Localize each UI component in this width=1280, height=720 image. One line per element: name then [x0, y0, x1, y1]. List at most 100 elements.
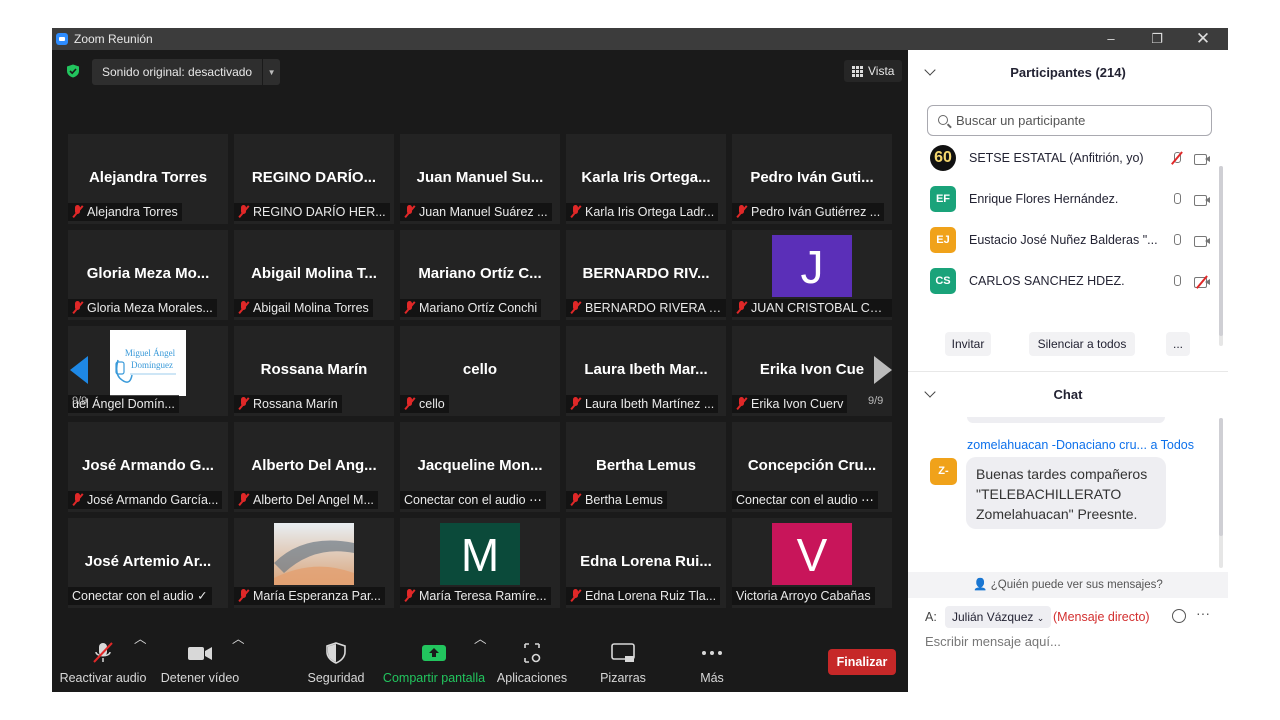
chat-message-input[interactable]: Escribir mensaje aquí...: [925, 634, 1061, 649]
participant-tile[interactable]: cello cello: [400, 326, 560, 416]
end-meeting-button[interactable]: Finalizar: [828, 649, 896, 675]
participant-name-label: Conectar con el audio ⋯: [400, 491, 546, 509]
muted-microphone-icon: [736, 397, 747, 410]
previous-page-arrow-icon[interactable]: [70, 356, 88, 384]
microphone-icon[interactable]: [1172, 234, 1181, 247]
participant-tile[interactable]: Alberto Del Ang... Alberto Del Angel M...: [234, 422, 394, 512]
maximize-button[interactable]: ❐: [1134, 28, 1180, 50]
security-shield-icon[interactable]: [66, 64, 80, 78]
muted-microphone-icon: [238, 397, 249, 410]
share-screen-button[interactable]: Compartir pantalla: [382, 628, 486, 692]
participant-tile[interactable]: REGINO DARÍO... REGINO DARÍO HER...: [234, 134, 394, 224]
microphone-icon[interactable]: [1172, 193, 1181, 206]
chat-scrollbar[interactable]: [1219, 418, 1223, 568]
muted-microphone-icon: [570, 205, 581, 218]
participant-display-name: Pedro Iván Guti...: [750, 169, 874, 186]
participant-tile[interactable]: Abigail Molina T... Abigail Molina Torres: [234, 230, 394, 320]
view-button[interactable]: Vista: [844, 60, 903, 82]
participant-name-label: Rossana Marín: [234, 395, 342, 413]
participant-tile[interactable]: Pedro Iván Guti... Pedro Iván Gutiérrez .…: [732, 134, 892, 224]
participant-tile[interactable]: Juan Manuel Su... Juan Manuel Suárez ...: [400, 134, 560, 224]
next-page-arrow-icon[interactable]: [874, 356, 892, 384]
participant-tile[interactable]: V Victoria Arroyo Cabañas: [732, 518, 892, 608]
participant-avatar: J: [772, 235, 852, 297]
participant-tile[interactable]: Jacqueline Mon... Conectar con el audio ⋯: [400, 422, 560, 512]
participant-tile[interactable]: BERNARDO RIV... BERNARDO RIVERA C...: [566, 230, 726, 320]
camera-icon[interactable]: [1194, 154, 1210, 165]
stop-video-button[interactable]: Detener vídeo: [156, 628, 244, 692]
participant-display-name: Edna Lorena Rui...: [580, 553, 712, 570]
security-button[interactable]: Seguridad: [300, 628, 372, 692]
participant-name-text: Laura Ibeth Martínez ...: [585, 397, 715, 411]
participant-tile[interactable]: Karla Iris Ortega... Karla Iris Ortega La…: [566, 134, 726, 224]
participant-name-text: Conectar con el audio ⋯: [404, 493, 542, 507]
microphone-icon[interactable]: [1171, 151, 1183, 165]
participants-more-button[interactable]: ...: [1166, 332, 1190, 356]
sender-avatar: Z-: [930, 458, 957, 485]
participant-tile[interactable]: José Armando G... José Armando García...: [68, 422, 228, 512]
original-sound-button[interactable]: Sonido original: desactivado ▼: [92, 59, 281, 85]
sender-name[interactable]: zomelahuacan -Donaciano cru...: [967, 438, 1147, 452]
participants-scrollbar[interactable]: [1219, 166, 1223, 346]
share-options-chevron-icon[interactable]: ︿: [474, 628, 487, 692]
participant-avatar: V: [772, 523, 852, 585]
svg-text:Domínguez: Domínguez: [131, 360, 173, 370]
participant-name-label: Gloria Meza Morales...: [68, 299, 217, 317]
participant-display-name: Rossana Marín: [260, 361, 368, 378]
apps-label: Aplicaciones: [496, 671, 568, 685]
more-button[interactable]: Más: [680, 628, 744, 692]
participant-tile[interactable]: María Esperanza Par...: [234, 518, 394, 608]
participant-name-text: Edna Lorena Ruiz Tla...: [585, 589, 717, 603]
participant-tile[interactable]: Laura Ibeth Mar... Laura Ibeth Martínez .…: [566, 326, 726, 416]
to-label: A:: [925, 610, 937, 624]
minimize-button[interactable]: –: [1088, 28, 1134, 50]
participant-tile[interactable]: Alejandra Torres Alejandra Torres: [68, 134, 228, 224]
participant-name-text: Juan Manuel Suárez ...: [419, 205, 548, 219]
camera-icon[interactable]: [1194, 236, 1210, 247]
participant-display-name: cello: [462, 361, 498, 378]
whiteboards-button[interactable]: Pizarras: [588, 628, 658, 692]
participant-tile[interactable]: Bertha Lemus Bertha Lemus: [566, 422, 726, 512]
participant-display-name: José Artemio Ar...: [84, 553, 212, 570]
microphone-icon[interactable]: [1172, 275, 1181, 288]
participant-display-name: Alberto Del Ang...: [251, 457, 377, 474]
close-window-button[interactable]: ✕: [1180, 28, 1226, 50]
participant-row[interactable]: EF Enrique Flores Hernández.: [930, 185, 1220, 215]
emoji-icon[interactable]: [1172, 609, 1186, 623]
participant-name-text: María Teresa Ramíre...: [419, 589, 547, 603]
participant-tile[interactable]: Rossana Marín Rossana Marín: [234, 326, 394, 416]
participant-tile[interactable]: Mariano Ortíz C... Mariano Ortíz Conchi: [400, 230, 560, 320]
security-shield-outline-icon: [326, 642, 346, 664]
who-can-see-messages[interactable]: 👤 ¿Quién puede ver sus mensajes?: [908, 572, 1228, 598]
apps-button[interactable]: Aplicaciones: [492, 628, 572, 692]
participant-tile[interactable]: Miguel Ángel Domínguez uel Ángel Domín...: [68, 326, 228, 416]
participant-tile[interactable]: Gloria Meza Mo... Gloria Meza Morales...: [68, 230, 228, 320]
participant-name-text: Bertha Lemus: [585, 493, 663, 507]
participant-display-name: Mariano Ortíz C...: [418, 265, 542, 282]
participant-row[interactable]: EJ Eustacio José Nuñez Balderas "...: [930, 226, 1220, 256]
participant-tile[interactable]: Concepción Cru... Conectar con el audio ⋯: [732, 422, 892, 512]
participant-row[interactable]: CS CARLOS SANCHEZ HDEZ.: [930, 267, 1220, 297]
participant-row[interactable]: 60 SETSE ESTATAL (Anfitrión, yo): [930, 144, 1220, 174]
recipient-select[interactable]: Julián Vázquez ⌄: [945, 606, 1052, 628]
chat-more-button[interactable]: ···: [1196, 605, 1210, 621]
share-screen-label: Compartir pantalla: [382, 671, 486, 685]
apps-icon: [524, 643, 541, 663]
chevron-down-icon[interactable]: ▼: [262, 59, 280, 85]
participant-search-input[interactable]: Buscar un participante: [927, 105, 1212, 136]
camera-icon[interactable]: [1194, 275, 1210, 289]
camera-icon[interactable]: [1194, 195, 1210, 206]
mute-all-button[interactable]: Silenciar a todos: [1029, 332, 1135, 356]
message-sender[interactable]: zomelahuacan -Donaciano cru... a Todos: [967, 438, 1194, 452]
muted-microphone-icon: [404, 397, 415, 410]
invite-button[interactable]: Invitar: [945, 332, 991, 356]
audio-options-chevron-icon[interactable]: ︿: [134, 628, 147, 692]
participant-tile[interactable]: M María Teresa Ramíre...: [400, 518, 560, 608]
participant-tile[interactable]: Edna Lorena Rui... Edna Lorena Ruiz Tla..…: [566, 518, 726, 608]
video-options-chevron-icon[interactable]: ︿: [232, 628, 245, 692]
participant-tile[interactable]: José Artemio Ar... Conectar con el audio …: [68, 518, 228, 608]
chevron-down-icon: ⌄: [1036, 613, 1045, 623]
participant-name-label: Juan Manuel Suárez ...: [400, 203, 552, 221]
participant-tile[interactable]: J JUAN CRISTOBAL CO...: [732, 230, 892, 320]
muted-microphone-icon: [404, 589, 415, 602]
